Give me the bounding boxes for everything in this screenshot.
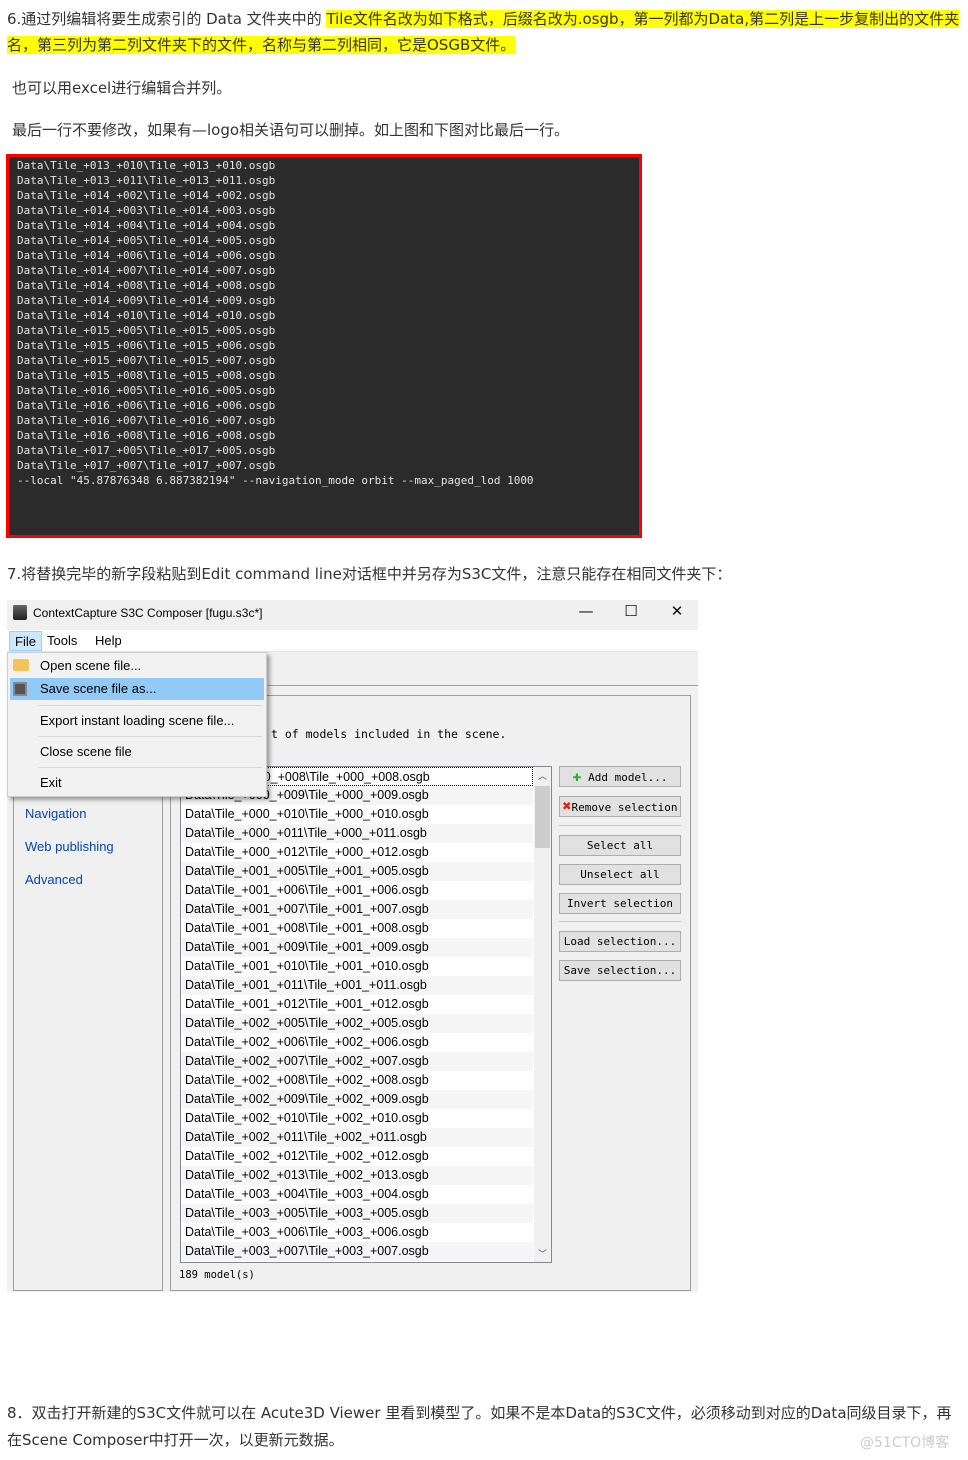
step6-text: 6.通过列编辑将要生成索引的 Data 文件夹中的 [7, 10, 327, 28]
s3c-composer-window: ContextCapture S3C Composer [fugu.s3c*] … [7, 600, 698, 1292]
model-list-item[interactable]: Data\Tile_+002_+011\Tile_+002_+011.osgb [181, 1128, 533, 1147]
window-title: ContextCapture S3C Composer [fugu.s3c*] [33, 606, 263, 620]
folder-icon [13, 659, 29, 671]
model-list-item[interactable]: Data\Tile_+001_+008\Tile_+001_+008.osgb [181, 919, 533, 938]
model-list-item[interactable]: Data\Tile_+002_+006\Tile_+002_+006.osgb [181, 1033, 533, 1052]
console-line: Data\Tile_+016_+008\Tile_+016_+008.osgb [17, 429, 276, 442]
menu-separator [38, 705, 262, 706]
model-list-item[interactable]: Data\Tile_+003_+004\Tile_+003_+004.osgb [181, 1185, 533, 1204]
console-line: Data\Tile_+014_+004\Tile_+014_+004.osgb [17, 219, 276, 232]
model-list-item[interactable]: Data\Tile_+002_+012\Tile_+002_+012.osgb [181, 1147, 533, 1166]
scroll-down-icon[interactable]: ﹀ [538, 1247, 547, 1260]
plus-icon: ✚ [572, 767, 582, 785]
sidebar-item-navigation[interactable]: Navigation [25, 806, 86, 821]
model-list-item[interactable]: Data\Tile_+002_+005\Tile_+002_+005.osgb [181, 1014, 533, 1033]
step8-paragraph: 8．双击打开新建的S3C文件就可以在 Acute3D Viewer 里看到模型了… [7, 1404, 952, 1449]
model-count: 189 model(s) [179, 1269, 255, 1281]
scroll-thumb[interactable] [535, 786, 550, 848]
step7-paragraph: 7.将替换完毕的新字段粘贴到Edit command line对话框中并另存为S… [7, 565, 732, 583]
list-scrollbar[interactable]: ︿ ﹀ [534, 767, 551, 1262]
console-line: Data\Tile_+014_+002\Tile_+014_+002.osgb [17, 189, 276, 202]
console-line: Data\Tile_+013_+011\Tile_+013_+011.osgb [17, 174, 276, 187]
menubar: File Tools Help [7, 630, 698, 652]
model-list-item[interactable]: Data\Tile_+001_+011\Tile_+001_+011.osgb [181, 976, 533, 995]
close-button[interactable]: ✕ [662, 602, 692, 620]
sidebar-item-advanced[interactable]: Advanced [25, 872, 83, 887]
console-line: Data\Tile_+014_+009\Tile_+014_+009.osgb [17, 294, 276, 307]
model-list-item[interactable]: Data\Tile_+001_+007\Tile_+001_+007.osgb [181, 900, 533, 919]
sidebar: Navigation Web publishing Advanced [13, 785, 163, 1291]
scroll-up-icon[interactable]: ︿ [538, 769, 547, 782]
console-line: Data\Tile_+015_+006\Tile_+015_+006.osgb [17, 339, 276, 352]
console-line: Data\Tile_+014_+010\Tile_+014_+010.osgb [17, 309, 276, 322]
remove-selection-button[interactable]: ✖Remove selection [559, 796, 681, 817]
model-list-item[interactable]: Data\Tile_+003_+005\Tile_+003_+005.osgb [181, 1204, 533, 1223]
menu-help[interactable]: Help [90, 631, 127, 651]
console-line: Data\Tile_+016_+007\Tile_+016_+007.osgb [17, 414, 276, 427]
panel-description: t of models included in the scene. [271, 727, 507, 741]
model-list-item[interactable]: Data\Tile_+001_+005\Tile_+001_+005.osgb [181, 862, 533, 881]
select-all-button[interactable]: Select all [559, 835, 681, 856]
unselect-all-button[interactable]: Unselect all [559, 864, 681, 885]
last-line-note: 最后一行不要修改，如果有—logo相关语句可以删掉。如上图和下图对比最后一行。 [12, 121, 570, 139]
console-line: Data\Tile_+015_+005\Tile_+015_+005.osgb [17, 324, 276, 337]
divider [559, 825, 681, 826]
load-selection-button[interactable]: Load selection... [559, 931, 681, 952]
x-icon: ✖ [562, 797, 572, 815]
file-menu-dropdown: Open scene file... Save scene file as...… [7, 652, 267, 797]
models-list[interactable]: Data\Tile_+000_+008\Tile_+000_+008.osgb D… [180, 766, 552, 1263]
menu-file[interactable]: File [9, 631, 42, 651]
model-list-item[interactable]: Data\Tile_+003_+006\Tile_+003_+006.osgb [181, 1223, 533, 1242]
model-list-item[interactable]: Data\Tile_+001_+012\Tile_+001_+012.osgb [181, 995, 533, 1014]
watermark: @51CTO博客 [860, 1435, 950, 1451]
menu-tools[interactable]: Tools [42, 631, 82, 651]
console-line: Data\Tile_+014_+008\Tile_+014_+008.osgb [17, 279, 276, 292]
model-list-item[interactable]: Data\Tile_+003_+007\Tile_+003_+007.osgb [181, 1242, 533, 1261]
console-line: Data\Tile_+015_+008\Tile_+015_+008.osgb [17, 369, 276, 382]
add-model-button[interactable]: ✚ Add model... [559, 766, 681, 787]
model-list-item[interactable]: Data\Tile_+002_+008\Tile_+002_+008.osgb [181, 1071, 533, 1090]
model-list-item[interactable]: Data\Tile_+000_+011\Tile_+000_+011.osgb [181, 824, 533, 843]
app-icon [13, 605, 27, 620]
save-icon [13, 682, 27, 696]
model-list-item[interactable]: Data\Tile_+002_+010\Tile_+002_+010.osgb [181, 1109, 533, 1128]
console-line: Data\Tile_+017_+005\Tile_+017_+005.osgb [17, 444, 276, 457]
menu-item-open-scene[interactable]: Open scene file... [10, 655, 264, 677]
menu-item-exit[interactable]: Exit [10, 772, 264, 794]
excel-note: 也可以用excel进行编辑合并列。 [12, 79, 232, 97]
model-list-item[interactable]: Data\Tile_+002_+007\Tile_+002_+007.osgb [181, 1052, 533, 1071]
tab-divider [268, 685, 698, 686]
step6-paragraph: 6.通过列编辑将要生成索引的 Data 文件夹中的 Tile文件名改为如下格式，… [7, 6, 965, 58]
model-list-item[interactable]: Data\Tile_+002_+013\Tile_+002_+013.osgb [181, 1166, 533, 1185]
console-line: Data\Tile_+014_+007\Tile_+014_+007.osgb [17, 264, 276, 277]
model-list-item[interactable]: Data\Tile_+000_+012\Tile_+000_+012.osgb [181, 843, 533, 862]
console-line: Data\Tile_+016_+006\Tile_+016_+006.osgb [17, 399, 276, 412]
minimize-button[interactable]: — [571, 602, 601, 620]
console-line: Data\Tile_+014_+003\Tile_+014_+003.osgb [17, 204, 276, 217]
menu-item-close-scene[interactable]: Close scene file [10, 741, 264, 763]
menu-item-export-instant-loading[interactable]: Export instant loading scene file... [10, 710, 264, 732]
model-list-item[interactable]: Data\Tile_+001_+009\Tile_+001_+009.osgb [181, 938, 533, 957]
model-list-item[interactable]: Data\Tile_+000_+010\Tile_+000_+010.osgb [181, 805, 533, 824]
console-line: Data\Tile_+015_+007\Tile_+015_+007.osgb [17, 354, 276, 367]
model-list-item[interactable]: Data\Tile_+002_+009\Tile_+002_+009.osgb [181, 1090, 533, 1109]
console-line: Data\Tile_+014_+006\Tile_+014_+006.osgb [17, 249, 276, 262]
console-line: Data\Tile_+013_+010\Tile_+013_+010.osgb [17, 159, 276, 172]
console-line: Data\Tile_+014_+005\Tile_+014_+005.osgb [17, 234, 276, 247]
console-line: Data\Tile_+016_+005\Tile_+016_+005.osgb [17, 384, 276, 397]
invert-selection-button[interactable]: Invert selection [559, 893, 681, 914]
menu-item-save-scene-as[interactable]: Save scene file as... [10, 678, 264, 700]
sidebar-item-web-publishing[interactable]: Web publishing [25, 839, 114, 854]
divider [559, 921, 681, 922]
maximize-button[interactable]: ☐ [616, 602, 646, 620]
menu-separator [38, 767, 262, 768]
model-list-item[interactable]: Data\Tile_+001_+006\Tile_+001_+006.osgb [181, 881, 533, 900]
console-line: --local "45.87876348 6.887382194" --navi… [17, 474, 534, 487]
menu-separator [38, 736, 262, 737]
console-line: Data\Tile_+017_+007\Tile_+017_+007.osgb [17, 459, 276, 472]
model-list-item[interactable]: Data\Tile_+001_+010\Tile_+001_+010.osgb [181, 957, 533, 976]
command-line-screenshot: Data\Tile_+013_+010\Tile_+013_+010.osgb D… [6, 154, 642, 538]
save-selection-button[interactable]: Save selection... [559, 960, 681, 981]
